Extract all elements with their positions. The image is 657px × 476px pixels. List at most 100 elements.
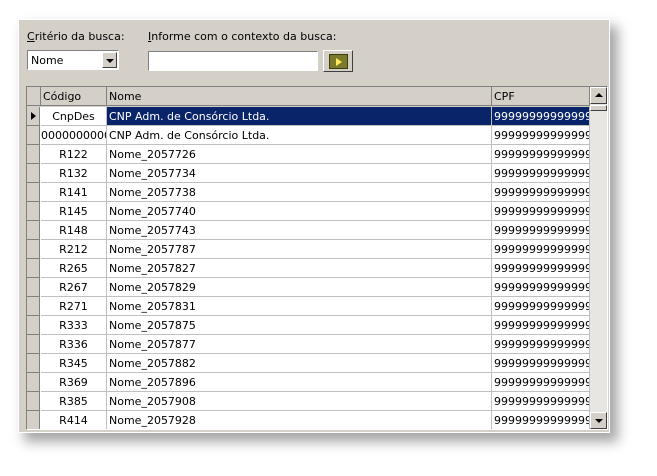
cell-codigo[interactable]: R145 (41, 202, 107, 221)
table-row[interactable]: R267 Nome_2057829 99999999999999 (27, 278, 590, 297)
cell-nome[interactable]: Nome_2057875 (107, 316, 492, 335)
cell-codigo[interactable]: R333 (41, 316, 107, 335)
table-row[interactable]: R122 Nome_2057726 99999999999999 (27, 145, 590, 164)
search-context-input[interactable] (148, 51, 318, 71)
cell-codigo[interactable]: R212 (41, 240, 107, 259)
scroll-down-icon[interactable] (590, 412, 607, 429)
cell-nome[interactable]: Nome_2057831 (107, 297, 492, 316)
table-row[interactable]: R145 Nome_2057740 99999999999999 (27, 202, 590, 221)
cell-cpf[interactable]: 99999999999999 (492, 259, 590, 278)
cell-codigo[interactable]: R148 (41, 221, 107, 240)
cell-cpf[interactable]: 99999999999999 (492, 183, 590, 202)
cell-nome[interactable]: Nome_2057882 (107, 354, 492, 373)
row-indicator[interactable] (27, 354, 40, 373)
cell-codigo[interactable]: CnpDes (41, 107, 107, 126)
table-row[interactable]: R132 Nome_2057734 99999999999999 (27, 164, 590, 183)
cell-cpf[interactable]: 99999999999999 (492, 335, 590, 354)
cell-codigo[interactable]: R132 (41, 164, 107, 183)
row-indicator[interactable] (27, 183, 40, 202)
scroll-thumb[interactable] (590, 105, 607, 111)
cell-nome[interactable]: Nome_2057908 (107, 392, 492, 411)
cell-codigo[interactable]: R369 (41, 373, 107, 392)
table-row[interactable]: R271 Nome_2057831 99999999999999 (27, 297, 590, 316)
cell-nome[interactable]: CNP Adm. de Consórcio Ltda. (107, 107, 492, 126)
cell-cpf[interactable]: 99999999999999 (492, 126, 590, 145)
cell-cpf[interactable]: 99999999999999 (492, 316, 590, 335)
row-indicator[interactable] (27, 126, 40, 145)
cell-nome[interactable]: Nome_2057877 (107, 335, 492, 354)
table-row[interactable]: R336 Nome_2057877 99999999999999 (27, 335, 590, 354)
cell-codigo[interactable]: R336 (41, 335, 107, 354)
row-indicator[interactable] (27, 259, 40, 278)
context-label: Informe com o contexto da busca: (148, 30, 337, 43)
table-row[interactable]: R141 Nome_2057738 99999999999999 (27, 183, 590, 202)
table-row[interactable]: R265 Nome_2057827 99999999999999 (27, 259, 590, 278)
cell-nome[interactable]: Nome_2057740 (107, 202, 492, 221)
cell-cpf[interactable]: 99999999999999 (492, 164, 590, 183)
row-indicator[interactable] (27, 411, 40, 429)
cell-cpf[interactable]: 99999999999999 (492, 240, 590, 259)
row-indicator[interactable] (27, 373, 40, 392)
row-pointer-icon[interactable] (27, 107, 40, 126)
cell-cpf[interactable]: 99999999999999 (492, 107, 590, 126)
cell-codigo[interactable]: R265 (41, 259, 107, 278)
cell-nome[interactable]: Nome_2057896 (107, 373, 492, 392)
cell-cpf[interactable]: 99999999999999 (492, 354, 590, 373)
cell-nome[interactable]: Nome_2057726 (107, 145, 492, 164)
cell-cpf[interactable]: 99999999999999 (492, 373, 590, 392)
cell-nome[interactable]: Nome_2057928 (107, 411, 492, 429)
row-indicator[interactable] (27, 240, 40, 259)
row-indicator[interactable] (27, 297, 40, 316)
row-indicator[interactable] (27, 145, 40, 164)
cell-nome[interactable]: Nome_2057787 (107, 240, 492, 259)
cell-cpf[interactable]: 99999999999999 (492, 297, 590, 316)
table-row[interactable]: 0000000000 CNP Adm. de Consórcio Ltda. 999… (27, 126, 590, 145)
cell-cpf[interactable]: 99999999999999 (492, 221, 590, 240)
cell-codigo[interactable]: R271 (41, 297, 107, 316)
table-row[interactable]: CnpDes CNP Adm. de Consórcio Ltda. 9999999… (27, 107, 590, 126)
row-indicator[interactable] (27, 164, 40, 183)
criteria-select[interactable]: Nome (27, 50, 119, 70)
column-header-codigo[interactable]: Código (41, 87, 107, 106)
cell-nome[interactable]: CNP Adm. de Consórcio Ltda. (107, 126, 492, 145)
row-indicator[interactable] (27, 202, 40, 221)
column-header-cpf[interactable]: CPF (492, 87, 590, 106)
cell-nome[interactable]: Nome_2057738 (107, 183, 492, 202)
cell-nome[interactable]: Nome_2057734 (107, 164, 492, 183)
table-row[interactable]: R385 Nome_2057908 99999999999999 (27, 392, 590, 411)
cell-codigo[interactable]: R345 (41, 354, 107, 373)
cell-codigo[interactable]: R267 (41, 278, 107, 297)
cell-cpf[interactable]: 99999999999999 (492, 278, 590, 297)
search-go-button[interactable] (323, 50, 353, 72)
cell-cpf[interactable]: 99999999999999 (492, 392, 590, 411)
row-indicator[interactable] (27, 278, 40, 297)
cell-cpf[interactable]: 99999999999999 (492, 202, 590, 221)
table-row[interactable]: R414 Nome_2057928 99999999999999 (27, 411, 590, 429)
scroll-up-icon[interactable] (590, 87, 607, 104)
cell-nome[interactable]: Nome_2057827 (107, 259, 492, 278)
cell-codigo[interactable]: R122 (41, 145, 107, 164)
table-row[interactable]: R148 Nome_2057743 99999999999999 (27, 221, 590, 240)
chevron-down-icon[interactable] (102, 52, 117, 68)
row-indicator[interactable] (27, 221, 40, 240)
cell-nome[interactable]: Nome_2057829 (107, 278, 492, 297)
cell-cpf[interactable]: 99999999999999 (492, 145, 590, 164)
search-window: Critério da busca: Informe com o context… (18, 19, 610, 433)
table-row[interactable]: R333 Nome_2057875 99999999999999 (27, 316, 590, 335)
cell-codigo[interactable]: R414 (41, 411, 107, 429)
cell-nome[interactable]: Nome_2057743 (107, 221, 492, 240)
results-grid: Código Nome CPF CnpDes CNP Adm. de Consór… (26, 86, 608, 430)
cell-cpf[interactable]: 99999999999999 (492, 411, 590, 429)
cell-codigo[interactable]: R385 (41, 392, 107, 411)
cell-codigo[interactable]: R141 (41, 183, 107, 202)
vertical-scrollbar[interactable] (590, 87, 607, 429)
column-header-nome[interactable]: Nome (107, 87, 492, 106)
table-row[interactable]: R345 Nome_2057882 99999999999999 (27, 354, 590, 373)
row-indicator[interactable] (27, 316, 40, 335)
criteria-label: Critério da busca: (27, 30, 125, 43)
row-indicator[interactable] (27, 335, 40, 354)
cell-codigo[interactable]: 0000000000 (41, 126, 107, 145)
table-row[interactable]: R369 Nome_2057896 99999999999999 (27, 373, 590, 392)
table-row[interactable]: R212 Nome_2057787 99999999999999 (27, 240, 590, 259)
row-indicator[interactable] (27, 392, 40, 411)
